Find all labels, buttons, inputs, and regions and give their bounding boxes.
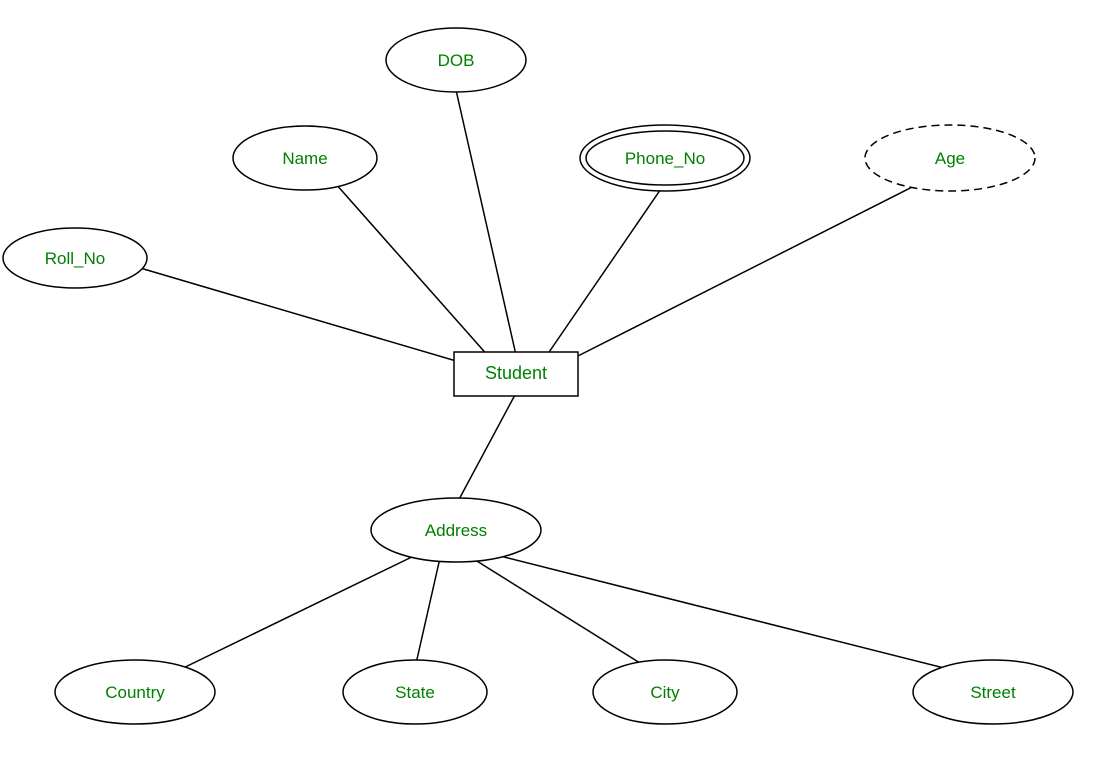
address-label: Address: [425, 521, 487, 540]
country-label: Country: [105, 683, 165, 702]
dob-label: DOB: [438, 51, 475, 70]
er-diagram: Student DOB Name Phone_No Age Roll_No Ad…: [0, 0, 1112, 753]
age-label: Age: [935, 149, 965, 168]
student-label: Student: [485, 363, 547, 383]
phone-label: Phone_No: [625, 149, 705, 168]
street-label: Street: [970, 683, 1016, 702]
city-label: City: [650, 683, 680, 702]
name-label: Name: [282, 149, 327, 168]
rollno-label: Roll_No: [45, 249, 105, 268]
state-label: State: [395, 683, 435, 702]
